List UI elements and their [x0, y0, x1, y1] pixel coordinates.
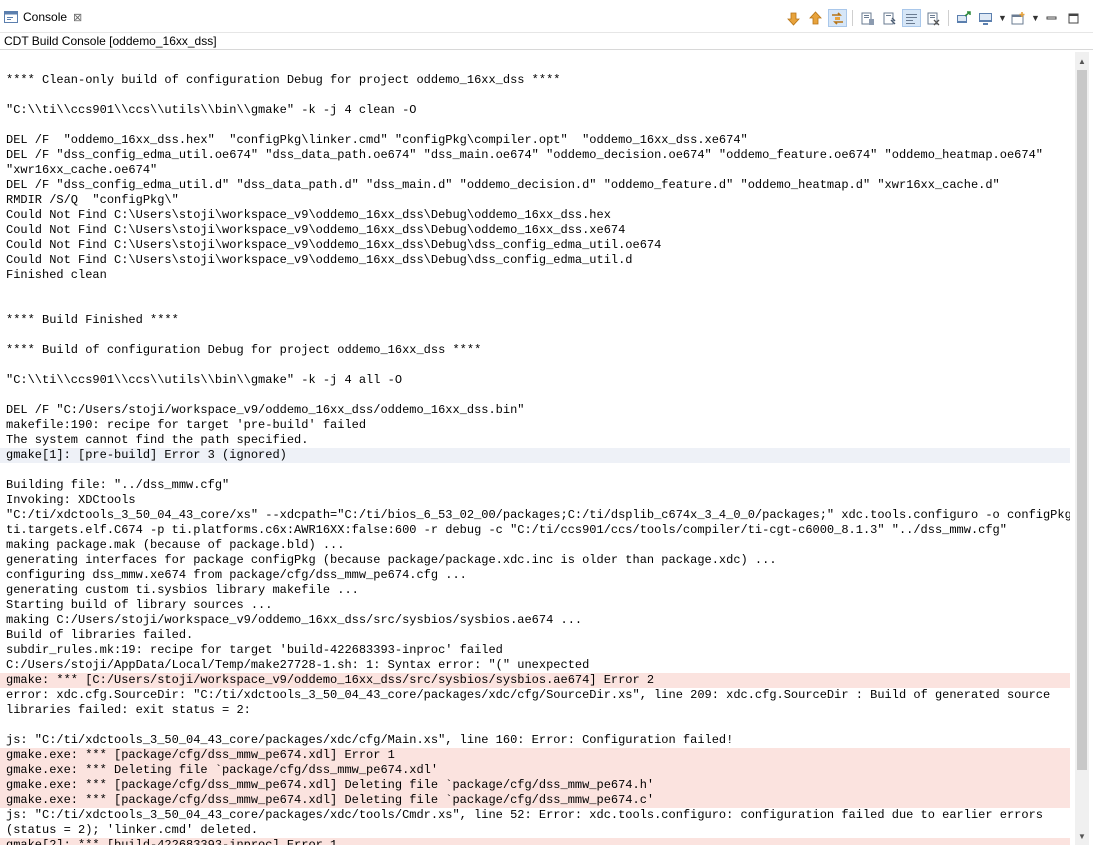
console-line: ti.targets.elf.C674 -p ti.platforms.c6x:…	[6, 523, 1007, 537]
console-line: subdir_rules.mk:19: recipe for target 'b…	[6, 643, 503, 657]
console-description: CDT Build Console [oddemo_16xx_dss]	[0, 33, 1093, 50]
console-line: Could Not Find C:\Users\stoji\workspace_…	[6, 253, 633, 267]
scrollbar-thumb[interactable]	[1077, 70, 1087, 770]
console-line: **** Clean-only build of configuration D…	[6, 73, 561, 87]
scroll-lock-icon	[861, 12, 874, 25]
console-line: DEL /F "dss_config_edma_util.oe674" "dss…	[6, 148, 1043, 162]
console-line: configuring dss_mmw.xe674 from package/c…	[6, 568, 467, 582]
minimize-icon	[1046, 16, 1057, 19]
previous-error-button[interactable]	[806, 9, 825, 27]
console-icon	[4, 11, 18, 23]
next-error-button[interactable]	[784, 9, 803, 27]
console-tab-bar: Console ⊠ ▼ ▼	[0, 0, 1093, 33]
console-line: Could Not Find C:\Users\stoji\workspace_…	[6, 223, 626, 237]
console-line: RMDIR /S/Q "configPkg\"	[6, 193, 179, 207]
console-line: "xwr16xx_cache.oe674"	[6, 163, 158, 177]
console-line-error: gmake.exe: *** Deleting file `package/cf…	[0, 763, 1070, 778]
console-line: Invoking: XDCtools	[6, 493, 136, 507]
console-line: The system cannot find the path specifie…	[6, 433, 309, 447]
arrow-up-icon	[809, 10, 822, 24]
open-console-button[interactable]	[954, 9, 973, 27]
new-console-dropdown-icon[interactable]: ▼	[1031, 13, 1040, 23]
console-line-error: gmake: *** [C:/Users/stoji/workspace_v9/…	[0, 673, 1070, 688]
toolbar-separator	[948, 10, 949, 26]
console-line: (status = 2); 'linker.cmd' deleted.	[6, 823, 259, 837]
console-line-error: gmake.exe: *** [package/cfg/dss_mmw_pe67…	[0, 778, 1070, 793]
console-line: js: "C:/ti/xdctools_3_50_04_43_core/pack…	[6, 808, 1043, 822]
console-line: Could Not Find C:\Users\stoji\workspace_…	[6, 208, 611, 222]
console-line: Could Not Find C:\Users\stoji\workspace_…	[6, 238, 662, 252]
console-line: Finished clean	[6, 268, 107, 282]
console-line: **** Build Finished ****	[6, 313, 179, 327]
vertical-scrollbar[interactable]: ▲ ▼	[1075, 52, 1089, 845]
console-line: makefile:190: recipe for target 'pre-bui…	[6, 418, 367, 432]
console-line-error: gmake[2]: *** [build-422683393-inproc] E…	[0, 838, 1070, 845]
console-line: Building file: "../dss_mmw.cfg"	[6, 478, 230, 492]
console-toolbar: ▼ ▼	[784, 8, 1083, 28]
toolbar-separator	[852, 10, 853, 26]
minimize-button[interactable]	[1042, 9, 1061, 27]
console-line: making package.mak (because of package.b…	[6, 538, 345, 552]
close-tab-icon[interactable]: ⊠	[73, 11, 82, 24]
console-line: DEL /F "oddemo_16xx_dss.hex" "configPkg\…	[6, 133, 748, 147]
display-console-button[interactable]	[976, 9, 995, 27]
console-line: libraries failed: exit status = 2:	[6, 703, 251, 717]
scroll-up-arrow-icon[interactable]: ▲	[1075, 54, 1089, 68]
console-line: Build of libraries failed.	[6, 628, 194, 642]
pin-console-button[interactable]	[880, 9, 899, 27]
console-line: js: "C:/ti/xdctools_3_50_04_43_core/pack…	[6, 733, 734, 747]
new-console-button[interactable]	[1009, 9, 1028, 27]
link-with-editor-button[interactable]	[828, 9, 847, 27]
console-line: DEL /F "dss_config_edma_util.d" "dss_dat…	[6, 178, 1000, 192]
console-line: **** Build of configuration Debug for pr…	[6, 343, 482, 357]
clear-console-button[interactable]	[924, 9, 943, 27]
console-line: "C:\\ti\\ccs901\\ccs\\utils\\bin\\gmake"…	[6, 373, 403, 387]
new-console-icon	[1011, 11, 1025, 24]
pin-icon	[883, 12, 896, 24]
monitor-icon	[979, 12, 992, 25]
console-line: DEL /F "C:/Users/stoji/workspace_v9/odde…	[6, 403, 525, 417]
console-line: generating custom ti.sysbios library mak…	[6, 583, 359, 597]
arrow-down-icon	[787, 12, 800, 26]
console-line-error: gmake.exe: *** [package/cfg/dss_mmw_pe67…	[0, 793, 1070, 808]
scroll-down-arrow-icon[interactable]: ▼	[1075, 829, 1089, 843]
word-wrap-button[interactable]	[902, 9, 921, 27]
console-lines: **** Clean-only build of configuration D…	[0, 58, 1070, 845]
console-output[interactable]: **** Clean-only build of configuration D…	[0, 52, 1070, 845]
link-arrows-icon	[832, 11, 843, 25]
console-line: generating interfaces for package config…	[6, 553, 777, 567]
console-line: "C:/ti/xdctools_3_50_04_43_core/xs" --xd…	[6, 508, 1070, 522]
maximize-icon	[1068, 13, 1079, 23]
scroll-lock-button[interactable]	[858, 9, 877, 27]
console-tab-label: Console	[23, 10, 68, 24]
display-console-dropdown-icon[interactable]: ▼	[998, 13, 1007, 23]
console-line: C:/Users/stoji/AppData/Local/Temp/make27…	[6, 658, 590, 672]
console-line: making C:/Users/stoji/workspace_v9/oddem…	[6, 613, 583, 627]
console-tab[interactable]: Console ⊠	[4, 6, 88, 28]
console-line: Starting build of library sources ...	[6, 598, 273, 612]
word-wrap-icon	[906, 13, 917, 24]
clear-console-icon	[927, 12, 940, 25]
console-line: error: xdc.cfg.SourceDir: "C:/ti/xdctool…	[6, 688, 1051, 702]
maximize-button[interactable]	[1064, 9, 1083, 27]
monitor-arrow-icon	[957, 10, 971, 23]
console-line: "C:\\ti\\ccs901\\ccs\\utils\\bin\\gmake"…	[6, 103, 417, 117]
console-line-error: gmake.exe: *** [package/cfg/dss_mmw_pe67…	[0, 748, 1070, 763]
console-line: gmake[1]: [pre-build] Error 3 (ignored)	[0, 448, 1070, 463]
